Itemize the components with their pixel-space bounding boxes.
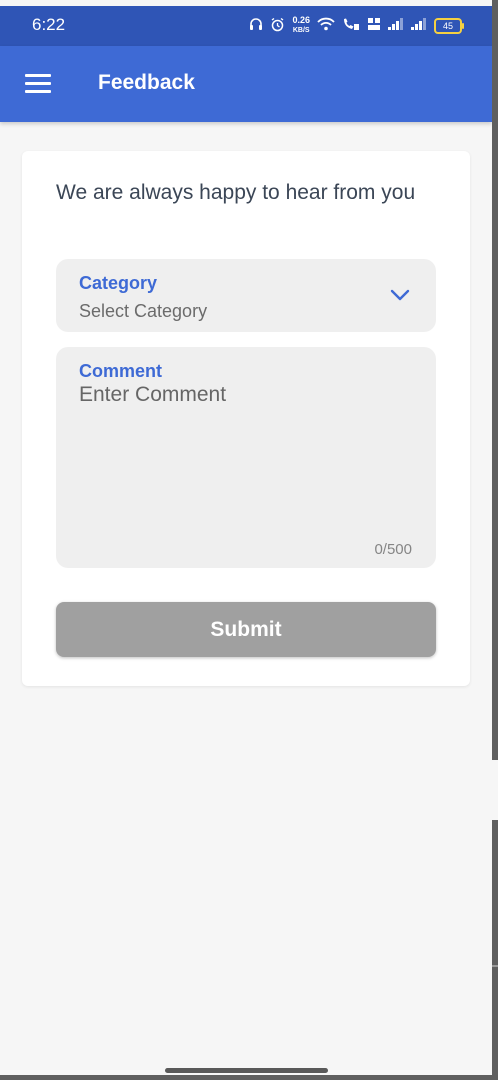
comment-input[interactable] [79, 383, 414, 523]
alarm-icon [270, 17, 285, 35]
battery-icon: 45 [434, 17, 464, 34]
volte-icon [367, 17, 381, 34]
category-label: Category [79, 273, 158, 293]
headphones-icon [249, 17, 263, 34]
status-icons: 0.26 KB/S 45 [249, 16, 464, 35]
battery-level: 45 [442, 20, 453, 31]
screen: 6:22 0.26 KB/S 45 Feedback We are always… [0, 0, 492, 1075]
menu-icon[interactable] [25, 74, 51, 94]
status-bar: 6:22 0.26 KB/S 45 [0, 6, 492, 46]
home-indicator[interactable] [165, 1068, 328, 1073]
signal-2-icon [411, 18, 427, 33]
network-speed-unit: KB/S [292, 27, 310, 34]
comment-label: Comment [79, 361, 163, 381]
comment-field: Comment 0/500 [56, 347, 436, 568]
network-speed-value: 0.26 [292, 15, 310, 25]
wifi-calling-icon [342, 17, 360, 34]
app-bar: Feedback [0, 46, 492, 122]
category-select[interactable]: Category Select Category [56, 259, 436, 332]
category-value: Select Category [79, 301, 208, 321]
character-counter: 0/500 [374, 541, 412, 558]
chevron-down-icon [390, 288, 410, 307]
page-title: Feedback [98, 71, 195, 94]
signal-1-icon [388, 18, 404, 33]
feedback-card: We are always happy to hear from you Cat… [22, 151, 470, 686]
network-speed: 0.26 KB/S [292, 16, 310, 35]
screen-edge [492, 0, 498, 1080]
submit-button[interactable]: Submit [56, 602, 436, 657]
feedback-heading: We are always happy to hear from you [56, 181, 416, 204]
background-divider [492, 965, 498, 967]
wifi-icon [317, 17, 335, 34]
background-window-edge [492, 760, 498, 820]
status-time: 6:22 [32, 15, 66, 34]
